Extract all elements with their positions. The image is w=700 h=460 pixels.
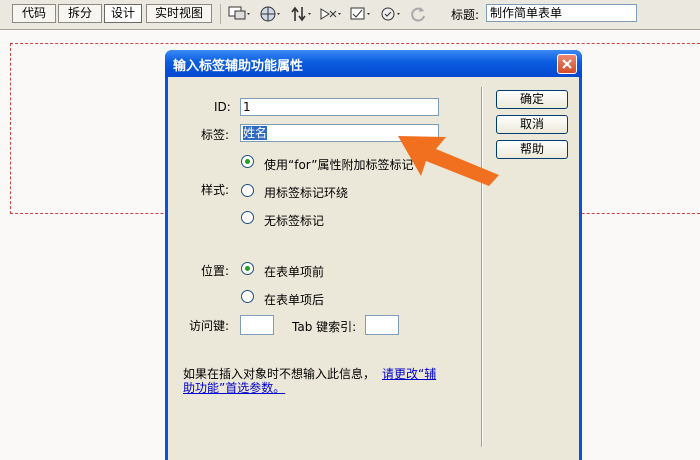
ok-button[interactable]: 确定 (496, 90, 568, 109)
label-label: 标签: (201, 128, 230, 142)
style-option-none: 无标签标记 (264, 214, 325, 228)
label-input[interactable]: 姓名 (240, 124, 439, 142)
position-label: 位置: (201, 264, 230, 278)
preview-icon[interactable] (318, 3, 344, 25)
style-radio-for[interactable] (241, 155, 254, 168)
position-radio-before[interactable] (241, 262, 254, 275)
live-view-button[interactable]: 实时视图 (146, 4, 212, 23)
style-option-for: 使用“for”属性附加标签标记 (264, 158, 414, 172)
multiscreen-icon[interactable] (226, 3, 252, 25)
tab-index-input[interactable] (365, 315, 399, 335)
split-view-button[interactable]: 拆分 (58, 4, 102, 23)
style-radio-wrap[interactable] (241, 184, 254, 197)
refresh-icon[interactable] (406, 3, 432, 25)
title-input[interactable]: 制作简单表单 (486, 4, 637, 22)
accessibility-attributes-dialog: 输入标签辅助功能属性 ID: 1 标签: 姓名 样式: 使用“for”属性附加标… (165, 50, 582, 460)
dialog-titlebar[interactable]: 输入标签辅助功能属性 (165, 50, 582, 77)
preferences-link-line2[interactable]: 助功能”首选参数。 (183, 379, 285, 396)
label-input-value: 姓名 (243, 126, 268, 140)
position-option-before: 在表单项前 (264, 265, 325, 279)
close-icon (562, 59, 572, 69)
dialog-divider (481, 87, 483, 447)
preferences-link-line1[interactable]: 请更改“辅 (382, 365, 436, 382)
cancel-button[interactable]: 取消 (496, 115, 568, 134)
tab-index-label: Tab 键索引: (292, 320, 357, 334)
close-button[interactable] (557, 54, 577, 74)
position-radio-after[interactable] (241, 290, 254, 303)
design-view-button[interactable]: 设计 (104, 4, 142, 23)
validate-icon[interactable] (378, 3, 404, 25)
style-radio-none[interactable] (241, 211, 254, 224)
help-button[interactable]: 帮助 (496, 140, 568, 159)
file-transfer-icon[interactable] (288, 3, 314, 25)
globe-icon[interactable] (258, 3, 284, 25)
style-label: 样式: (201, 183, 230, 197)
style-option-wrap: 用标签标记环绕 (264, 186, 349, 200)
code-view-button[interactable]: 代码 (12, 4, 56, 23)
dialog-body: ID: 1 标签: 姓名 样式: 使用“for”属性附加标签标记 用标签标记环绕… (168, 77, 579, 460)
access-key-label: 访问键: (189, 319, 230, 333)
visual-aids-icon[interactable] (348, 3, 374, 25)
dialog-title: 输入标签辅助功能属性 (173, 59, 304, 74)
toolbar-separator (220, 4, 221, 24)
document-toolbar: 代码 拆分 设计 实时视图 标题: 制作简单表单 (0, 0, 700, 30)
id-label: ID: (214, 100, 231, 114)
position-option-after: 在表单项后 (264, 293, 325, 307)
id-input[interactable]: 1 (240, 98, 439, 116)
title-label: 标题: (451, 8, 480, 22)
access-key-input[interactable] (240, 315, 274, 335)
